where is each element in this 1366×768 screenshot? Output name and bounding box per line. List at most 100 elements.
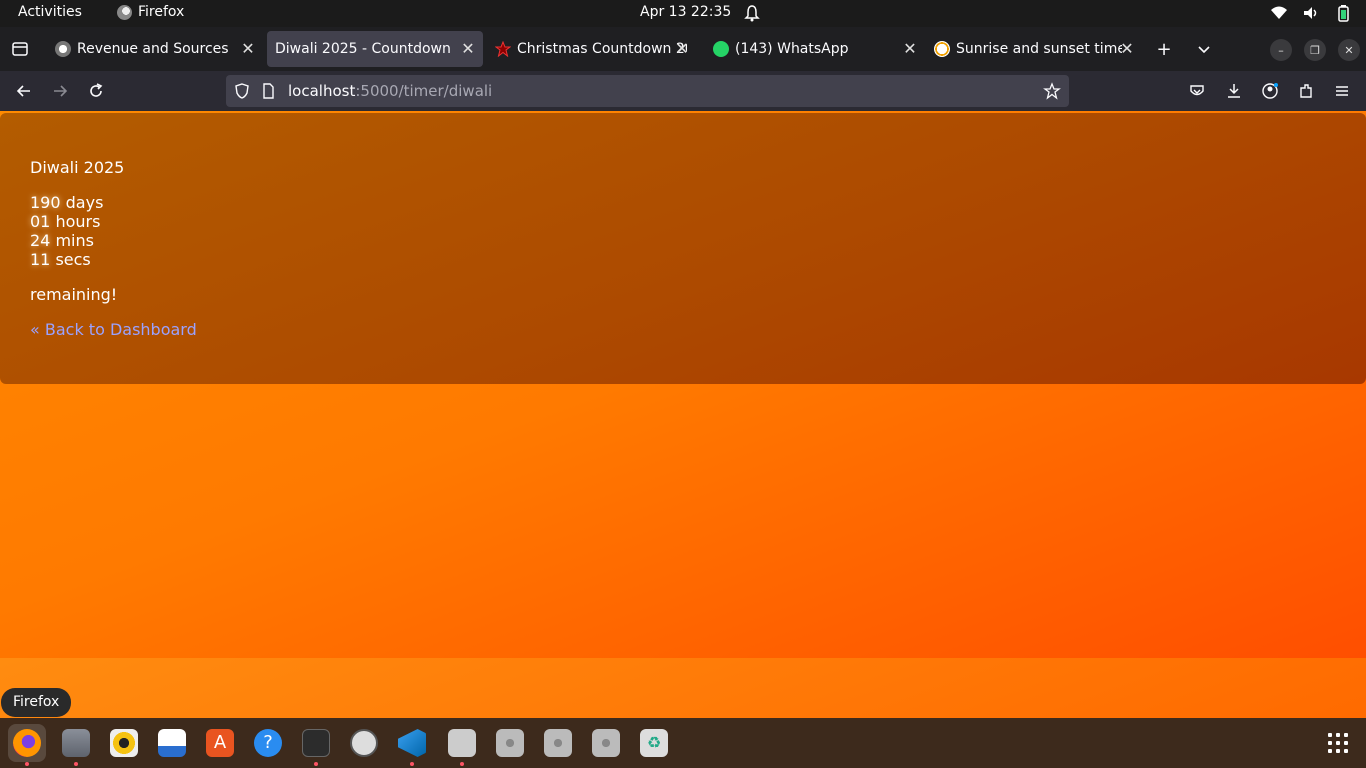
pocket-icon[interactable] — [1183, 77, 1211, 105]
running-indicator — [314, 762, 318, 766]
app-menu[interactable]: Firefox — [117, 4, 184, 20]
chart-icon — [55, 41, 71, 57]
help-icon: ? — [254, 729, 282, 757]
days-value: 190 — [30, 193, 61, 212]
dock-terminal[interactable] — [297, 724, 335, 766]
tab-revenue-and-sources[interactable]: Revenue and Sources ✕ — [47, 31, 263, 67]
close-icon[interactable]: ✕ — [673, 40, 691, 58]
app-center-icon: A — [206, 729, 234, 757]
secs-unit: secs — [55, 250, 91, 269]
app-name: Firefox — [138, 4, 185, 20]
system-top-bar: Activities Firefox Apr 13 22:35 — [0, 0, 1366, 27]
dock-files[interactable] — [57, 724, 95, 766]
dock-trash[interactable]: ♻ — [635, 724, 673, 762]
battery-icon — [1338, 5, 1349, 22]
vscode-icon — [398, 729, 426, 757]
close-icon[interactable]: ✕ — [239, 40, 257, 58]
writer-icon — [158, 729, 186, 757]
extensions-icon[interactable] — [1292, 77, 1320, 105]
new-tab-icon[interactable]: + — [1150, 35, 1178, 63]
running-indicator — [25, 762, 29, 766]
tab-label: Revenue and Sources — [77, 41, 229, 57]
back-to-dashboard-link[interactable]: « Back to Dashboard — [30, 320, 197, 339]
address-bar[interactable]: localhost:5000/timer/diwali — [226, 75, 1069, 107]
countdown-units: 190 days 01 hours 24 mins 11 secs — [30, 193, 103, 269]
close-icon[interactable]: ✕ — [459, 40, 477, 58]
countdown-card: Diwali 2025 190 days 01 hours 24 mins 11… — [0, 113, 1366, 384]
activities-button[interactable]: Activities — [18, 4, 82, 20]
forward-icon[interactable] — [46, 77, 74, 105]
wifi-icon — [1271, 6, 1287, 19]
tab-whatsapp[interactable]: (143) WhatsApp ✕ — [705, 31, 925, 67]
dock-disc-2[interactable] — [539, 724, 577, 762]
dock-disc-3[interactable] — [587, 724, 625, 762]
bookmark-star-icon[interactable] — [1038, 77, 1066, 105]
secs-row: 11 secs — [30, 250, 103, 269]
image-viewer-icon — [448, 729, 476, 757]
dock-help[interactable]: ? — [249, 724, 287, 762]
close-icon[interactable]: ✕ — [901, 40, 919, 58]
tab-strip: Revenue and Sources ✕ Diwali 2025 - Coun… — [0, 27, 1366, 71]
tab-label: (143) WhatsApp — [735, 41, 849, 57]
dock: A ? ♻ — [0, 718, 1366, 768]
url-text[interactable]: localhost:5000/timer/diwali — [288, 82, 492, 100]
downloads-icon[interactable] — [1220, 77, 1248, 105]
whatsapp-icon — [713, 41, 729, 57]
page-content: Diwali 2025 190 days 01 hours 24 mins 11… — [0, 111, 1366, 718]
shield-icon[interactable] — [228, 77, 256, 105]
page-lower-band — [0, 658, 1366, 718]
show-apps-grid-icon[interactable] — [1328, 733, 1348, 753]
disc-icon — [496, 729, 524, 757]
chat-icon — [350, 729, 378, 757]
days-unit: days — [65, 193, 104, 212]
mins-unit: mins — [55, 231, 94, 250]
menu-icon[interactable] — [1328, 77, 1356, 105]
sun-icon — [934, 41, 950, 57]
clock[interactable]: Apr 13 22:35 — [640, 4, 731, 20]
dock-writer[interactable] — [153, 724, 191, 762]
window-close-icon[interactable]: ✕ — [1338, 39, 1360, 61]
dock-image-viewer[interactable] — [443, 724, 481, 766]
firefox-mini-icon — [117, 4, 132, 20]
dock-disc-1[interactable] — [491, 724, 529, 762]
remaining-text: remaining! — [30, 285, 118, 304]
dock-firefox[interactable] — [8, 724, 46, 766]
tab-sunrise-sunset[interactable]: Sunrise and sunset times ✕ — [926, 31, 1142, 67]
dock-vscode[interactable] — [393, 724, 431, 766]
star-icon — [494, 40, 512, 58]
volume-icon — [1304, 7, 1317, 19]
running-indicator — [410, 762, 414, 766]
trash-icon: ♻ — [640, 729, 668, 757]
dock-app-center[interactable]: A — [201, 724, 239, 762]
secs-value: 11 — [30, 250, 51, 269]
hours-value: 01 — [30, 212, 51, 231]
page-info-icon[interactable] — [254, 77, 282, 105]
disc-icon — [544, 729, 572, 757]
dock-chat[interactable] — [345, 724, 383, 762]
firefox-view-icon[interactable] — [6, 35, 34, 63]
restore-icon[interactable]: ❐ — [1304, 39, 1326, 61]
tab-diwali-countdown[interactable]: Diwali 2025 - Countdown ✕ — [267, 31, 483, 67]
disc-icon — [592, 729, 620, 757]
list-all-tabs-icon[interactable] — [1190, 35, 1218, 63]
running-indicator — [74, 762, 78, 766]
dock-rhythmbox[interactable] — [105, 724, 143, 762]
firefox-icon — [13, 729, 41, 757]
tab-christmas-countdown[interactable]: Christmas Countdown 2025 ✕ — [487, 31, 697, 67]
tab-label: Sunrise and sunset times — [956, 41, 1122, 57]
system-status-area[interactable] — [1270, 4, 1352, 22]
files-icon — [62, 729, 90, 757]
mins-value: 24 — [30, 231, 51, 250]
notification-bell-icon[interactable] — [744, 4, 760, 22]
back-icon[interactable] — [10, 77, 38, 105]
running-indicator — [460, 762, 464, 766]
close-icon[interactable]: ✕ — [1118, 40, 1136, 58]
reload-icon[interactable] — [82, 77, 110, 105]
tab-label: Diwali 2025 - Countdown — [275, 41, 451, 57]
rhythmbox-icon — [110, 729, 138, 757]
account-icon[interactable] — [1256, 77, 1284, 105]
days-row: 190 days — [30, 193, 103, 212]
minimize-icon[interactable]: – — [1270, 39, 1292, 61]
hours-unit: hours — [55, 212, 101, 231]
dock-tooltip: Firefox — [1, 688, 72, 717]
